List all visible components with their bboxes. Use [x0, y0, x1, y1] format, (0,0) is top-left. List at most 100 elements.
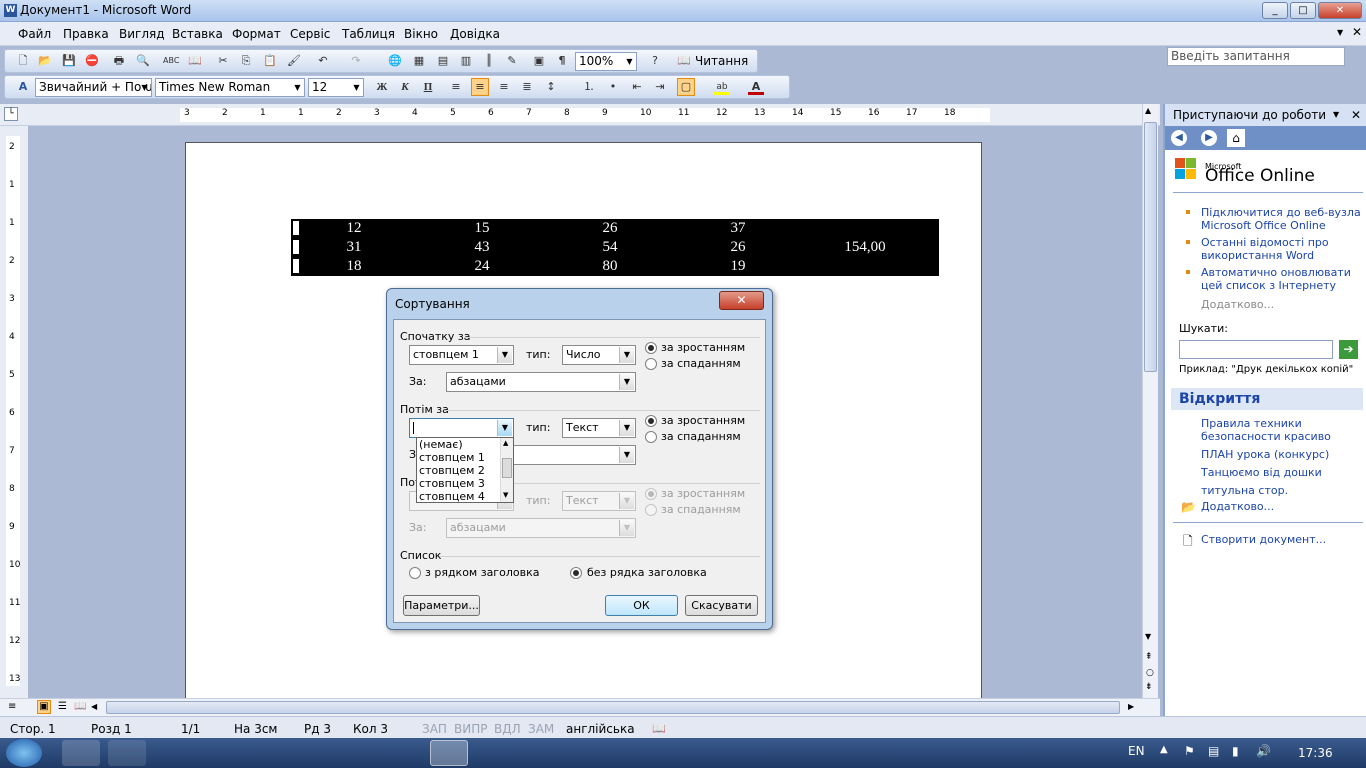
document-table[interactable]: 12 15 26 37 31 43 54 26 154,00 18 24 80 19	[291, 219, 939, 276]
option-column-1[interactable]: стовпцем 1	[419, 451, 485, 464]
ie-app-icon[interactable]	[154, 740, 192, 766]
explorer-app-icon[interactable]	[62, 740, 100, 766]
status-trk[interactable]: ВИПР	[454, 722, 487, 736]
font-color-icon[interactable]: A	[748, 79, 764, 95]
redo-icon[interactable]: ↷	[348, 53, 364, 69]
cut-icon[interactable]: ✂	[215, 53, 231, 69]
insert-excel-icon[interactable]: ▥	[458, 53, 474, 69]
dropdown-scrollbar[interactable]: ▲ ▼	[500, 438, 513, 502]
print-preview-icon[interactable]: 🔍	[135, 53, 151, 69]
align-right-icon[interactable]: ≡	[496, 79, 512, 95]
ok-button[interactable]: ОК	[605, 595, 678, 616]
permission-icon[interactable]: ⛔	[84, 53, 100, 69]
sort2-type-select[interactable]: Текст ▼	[562, 418, 636, 438]
recent-doc-2[interactable]: ПЛАН урока (конкурс)	[1201, 448, 1329, 461]
table-cell[interactable]: 15	[452, 220, 512, 237]
styles-icon[interactable]: A	[15, 79, 31, 95]
menu-table[interactable]: Таблиця	[342, 27, 395, 41]
scroll-down-icon[interactable]: ▼	[503, 491, 508, 499]
scroll-thumb[interactable]	[1144, 122, 1157, 372]
sort1-ascending-radio[interactable]	[645, 342, 657, 354]
link-latest-news[interactable]: Останні відомості про використання Word	[1201, 236, 1363, 262]
sort3-descending-radio[interactable]	[645, 504, 657, 516]
show-hide-icon[interactable]: ¶	[554, 53, 570, 69]
table-cell[interactable]: 80	[580, 258, 640, 275]
bold-button[interactable]: Ж	[374, 79, 390, 95]
line-spacing-icon[interactable]: ↕	[543, 79, 559, 95]
table-cell[interactable]: 31	[324, 239, 384, 256]
clock[interactable]: 17:36	[1298, 746, 1333, 760]
status-ovr[interactable]: ЗАМ	[528, 722, 554, 736]
reading-button[interactable]: Читання	[695, 54, 748, 68]
sort2-descending-radio[interactable]	[645, 431, 657, 443]
table-cell[interactable]: 26	[580, 220, 640, 237]
next-page-icon[interactable]: ⇟	[1145, 682, 1153, 692]
spelling-icon[interactable]: ABC	[163, 53, 179, 69]
table-cell[interactable]: 18	[324, 258, 384, 275]
ask-question-input[interactable]: Введіть запитання	[1167, 47, 1345, 66]
search-go-icon[interactable]: ➔	[1339, 340, 1358, 359]
recent-doc-4[interactable]: титульна стор.	[1201, 484, 1288, 497]
table-cell[interactable]: 12	[324, 220, 384, 237]
table-cell[interactable]: 26	[708, 239, 768, 256]
style-select[interactable]: Звичайний + По u ▼	[35, 78, 152, 97]
sort2-ascending-radio[interactable]	[645, 415, 657, 427]
option-column-2[interactable]: стовпцем 2	[419, 464, 485, 477]
start-button[interactable]	[6, 739, 42, 767]
table-cell[interactable]: 19	[708, 258, 768, 275]
maximize-button[interactable]: □	[1290, 2, 1316, 19]
columns-icon[interactable]: ║	[481, 53, 497, 69]
with-header-radio[interactable]	[409, 567, 421, 579]
create-document-link[interactable]: Створити документ...	[1201, 533, 1326, 546]
table-cell[interactable]: 54	[580, 239, 640, 256]
copy-icon[interactable]: ⎘	[238, 53, 254, 69]
sort1-field-select[interactable]: стовпцем 1 ▼	[409, 345, 514, 365]
sort1-type-select[interactable]: Число ▼	[562, 345, 636, 365]
tray-up-icon[interactable]: ▲	[1160, 744, 1168, 755]
search-input[interactable]	[1179, 340, 1333, 359]
document-map-icon[interactable]: ▣	[531, 53, 547, 69]
word-app-icon[interactable]	[430, 740, 468, 766]
normal-view-icon[interactable]: ≡	[8, 701, 16, 712]
print-icon[interactable]: 🖶	[111, 53, 127, 69]
menu-window[interactable]: Вікно	[404, 27, 438, 41]
tab-selector-icon[interactable]: └	[4, 107, 18, 121]
sort3-ascending-radio[interactable]	[645, 488, 657, 500]
recent-doc-3[interactable]: Танцюємо від дошки	[1201, 466, 1322, 479]
status-language[interactable]: англійська	[566, 722, 635, 736]
hyperlink-icon[interactable]: 🌐	[387, 53, 403, 69]
more-link-2[interactable]: Додатково...	[1201, 500, 1274, 513]
home-icon[interactable]: ⌂	[1227, 129, 1245, 147]
zoom-select[interactable]: 100% ▼	[575, 52, 637, 71]
scroll-down-icon[interactable]: ▼	[1145, 632, 1151, 641]
reading-view-icon[interactable]: 📖	[74, 701, 86, 712]
app-icon[interactable]	[108, 740, 146, 766]
menu-help[interactable]: Довідка	[450, 27, 500, 41]
italic-button[interactable]: К	[397, 79, 413, 95]
back-icon[interactable]: ◀	[1171, 130, 1187, 146]
cancel-button[interactable]: Скасувати	[685, 595, 758, 616]
undo-icon[interactable]: ↶	[315, 53, 331, 69]
sort3-by-select[interactable]: абзацами ▼	[446, 518, 636, 538]
language-indicator[interactable]: EN	[1128, 744, 1145, 758]
table-cell[interactable]: 37	[708, 220, 768, 237]
vertical-scrollbar[interactable]: ▲ ▼ ⇞ ○ ⇟	[1142, 104, 1158, 698]
dropdown-scroll-thumb[interactable]	[502, 458, 512, 478]
borders-icon[interactable]: ▢	[677, 78, 695, 96]
more-link-1[interactable]: Додатково...	[1201, 298, 1274, 311]
task-pane-menu-icon[interactable]: ▼	[1333, 110, 1339, 119]
flag-icon[interactable]: ⚑	[1184, 744, 1195, 758]
minimize-button[interactable]: _	[1262, 2, 1288, 19]
drawing-icon[interactable]: ✎	[504, 53, 520, 69]
device-icon[interactable]: ▤	[1208, 744, 1219, 758]
save-icon[interactable]: 💾	[61, 53, 77, 69]
table-cell[interactable]: 24	[452, 258, 512, 275]
increase-indent-icon[interactable]: ⇥	[652, 79, 668, 95]
sort2-field-select[interactable]: ▼	[409, 418, 514, 438]
volume-icon[interactable]: 🔊	[1256, 744, 1271, 758]
sort3-type-select[interactable]: Текст ▼	[562, 491, 636, 511]
table-cell[interactable]: 43	[452, 239, 512, 256]
ask-dropdown-icon[interactable]: ▼	[1337, 28, 1343, 37]
sort1-by-select[interactable]: абзацами ▼	[446, 372, 636, 392]
decrease-indent-icon[interactable]: ⇤	[629, 79, 645, 95]
